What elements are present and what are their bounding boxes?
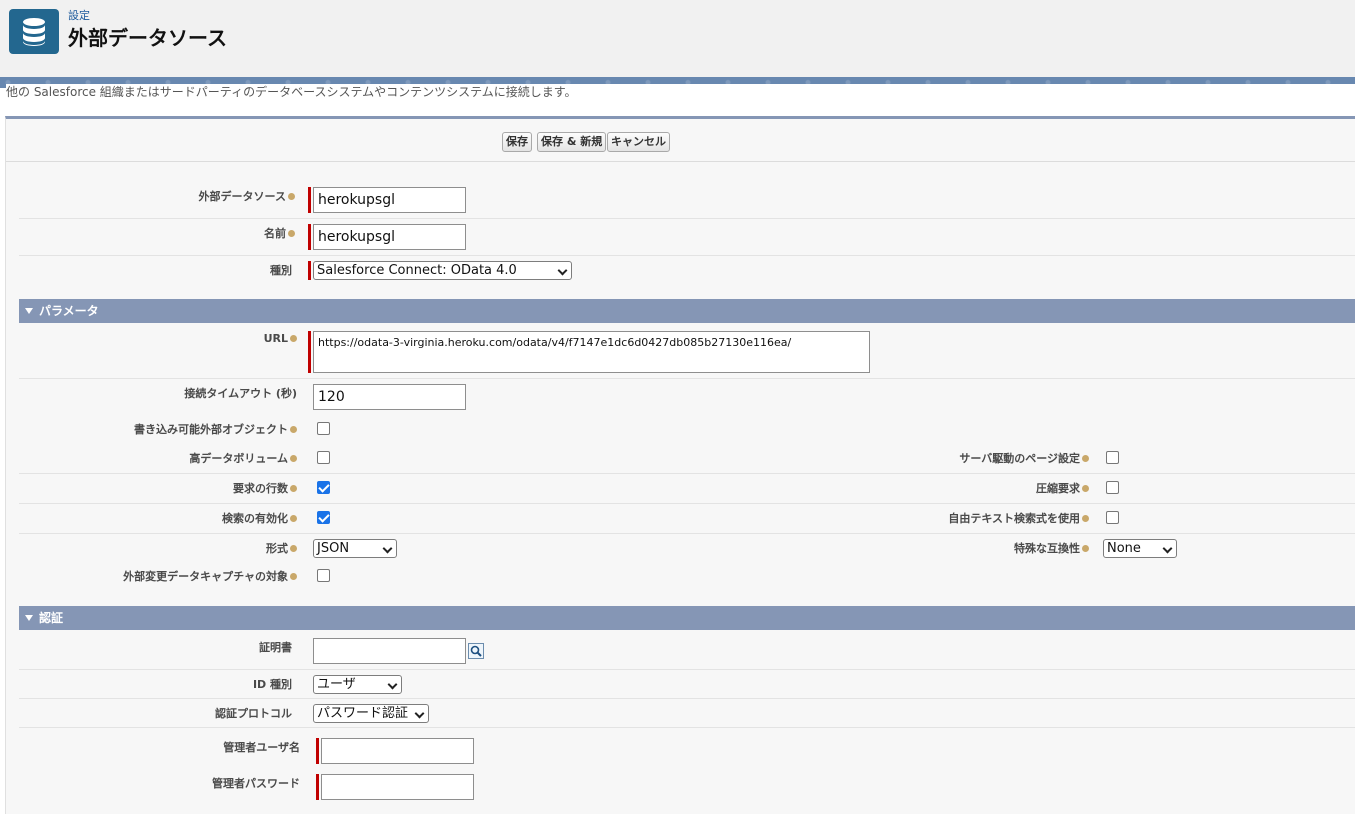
timeout-input[interactable] bbox=[313, 384, 466, 410]
required-marker bbox=[308, 224, 311, 250]
required-marker bbox=[308, 187, 311, 213]
special-compat-label: 特殊な互換性 bbox=[1014, 540, 1089, 556]
row-divider bbox=[19, 727, 1355, 728]
search-enabled-label: 検索の有効化 bbox=[222, 510, 297, 526]
request-row-count-checkbox[interactable] bbox=[317, 481, 330, 494]
search-enabled-checkbox[interactable] bbox=[317, 511, 330, 524]
high-volume-checkbox[interactable] bbox=[317, 451, 330, 464]
page-header: 設定 外部データソース bbox=[0, 0, 1355, 77]
help-icon[interactable] bbox=[290, 425, 297, 433]
help-icon[interactable] bbox=[290, 544, 297, 552]
edit-panel: 保存 保存 & 新規 キャンセル 外部データソース 名前 種別 Salesfor… bbox=[5, 116, 1355, 814]
page-title: 外部データソース bbox=[68, 26, 227, 50]
required-marker bbox=[308, 331, 311, 373]
auth-protocol-select[interactable]: パスワード認証 bbox=[313, 704, 429, 723]
row-divider bbox=[19, 255, 1355, 256]
identity-type-label: ID 種別 bbox=[252, 678, 292, 691]
external-data-source-label: 外部データソース bbox=[199, 188, 295, 204]
row-divider bbox=[19, 503, 1355, 504]
button-bar: 保存 保存 & 新規 キャンセル bbox=[6, 119, 1355, 162]
external-data-source-input[interactable] bbox=[313, 187, 466, 213]
help-icon[interactable] bbox=[288, 229, 295, 237]
admin-password-input[interactable] bbox=[321, 774, 474, 800]
section-parameters[interactable]: パラメータ bbox=[19, 299, 1355, 323]
breadcrumb-setup[interactable]: 設定 bbox=[68, 7, 90, 23]
save-button[interactable]: 保存 bbox=[502, 132, 532, 152]
timeout-label: 接続タイムアウト (秒) bbox=[184, 387, 297, 400]
required-marker bbox=[308, 261, 311, 280]
certificate-input[interactable] bbox=[313, 638, 466, 664]
row-divider bbox=[19, 669, 1355, 670]
url-textarea[interactable]: https://odata-3-virginia.heroku.com/odat… bbox=[313, 331, 870, 373]
page-description: 他の Salesforce 組織またはサードパーティのデータベースシステムやコン… bbox=[6, 84, 1355, 100]
help-icon[interactable] bbox=[288, 192, 295, 200]
certificate-label: 証明書 bbox=[259, 641, 292, 654]
change-data-capture-checkbox[interactable] bbox=[317, 569, 330, 582]
compression-checkbox[interactable] bbox=[1106, 481, 1119, 494]
collapse-triangle-icon bbox=[25, 307, 33, 314]
writable-checkbox[interactable] bbox=[317, 422, 330, 435]
row-divider bbox=[19, 378, 1355, 379]
request-row-count-label: 要求の行数 bbox=[233, 480, 297, 496]
lookup-icon[interactable] bbox=[468, 643, 484, 659]
high-volume-label: 高データボリューム bbox=[189, 450, 297, 466]
help-icon[interactable] bbox=[1082, 454, 1089, 462]
admin-password-label: 管理者パスワード bbox=[212, 777, 300, 790]
writable-label: 書き込み可能外部オブジェクト bbox=[134, 421, 297, 437]
free-text-search-label: 自由テキスト検索式を使用 bbox=[948, 510, 1089, 526]
special-compat-select[interactable]: None bbox=[1103, 539, 1177, 558]
admin-username-input[interactable] bbox=[321, 738, 474, 764]
save-new-button[interactable]: 保存 & 新規 bbox=[537, 132, 607, 152]
database-icon bbox=[9, 9, 59, 54]
row-divider bbox=[19, 473, 1355, 474]
identity-type-select[interactable]: ユーザ bbox=[313, 675, 402, 694]
url-label: URL bbox=[264, 332, 297, 345]
help-icon[interactable] bbox=[290, 484, 297, 492]
help-icon[interactable] bbox=[290, 334, 297, 342]
row-divider bbox=[19, 698, 1355, 699]
change-data-capture-label: 外部変更データキャプチャの対象 bbox=[123, 568, 297, 584]
required-marker bbox=[316, 774, 319, 800]
collapse-triangle-icon bbox=[25, 614, 33, 621]
free-text-search-checkbox[interactable] bbox=[1106, 511, 1119, 524]
help-icon[interactable] bbox=[290, 572, 297, 580]
section-authentication[interactable]: 認証 bbox=[19, 606, 1355, 630]
name-input[interactable] bbox=[313, 224, 466, 250]
row-divider bbox=[19, 533, 1355, 534]
help-icon[interactable] bbox=[1082, 514, 1089, 522]
server-paging-label: サーバ駆動のページ設定 bbox=[959, 450, 1089, 466]
type-label: 種別 bbox=[270, 264, 292, 277]
format-label: 形式 bbox=[266, 540, 297, 556]
format-select[interactable]: JSON bbox=[313, 539, 397, 558]
cancel-button[interactable]: キャンセル bbox=[607, 132, 670, 152]
help-icon[interactable] bbox=[1082, 544, 1089, 552]
name-label: 名前 bbox=[264, 225, 295, 241]
server-paging-checkbox[interactable] bbox=[1106, 451, 1119, 464]
admin-username-label: 管理者ユーザ名 bbox=[223, 741, 300, 754]
row-divider bbox=[19, 218, 1355, 219]
required-marker bbox=[316, 738, 319, 764]
help-icon[interactable] bbox=[1082, 484, 1089, 492]
help-icon[interactable] bbox=[290, 514, 297, 522]
type-select[interactable]: Salesforce Connect: OData 4.0 bbox=[313, 261, 572, 280]
compression-label: 圧縮要求 bbox=[1036, 480, 1089, 496]
auth-protocol-label: 認証プロトコル bbox=[215, 707, 292, 720]
help-icon[interactable] bbox=[290, 454, 297, 462]
